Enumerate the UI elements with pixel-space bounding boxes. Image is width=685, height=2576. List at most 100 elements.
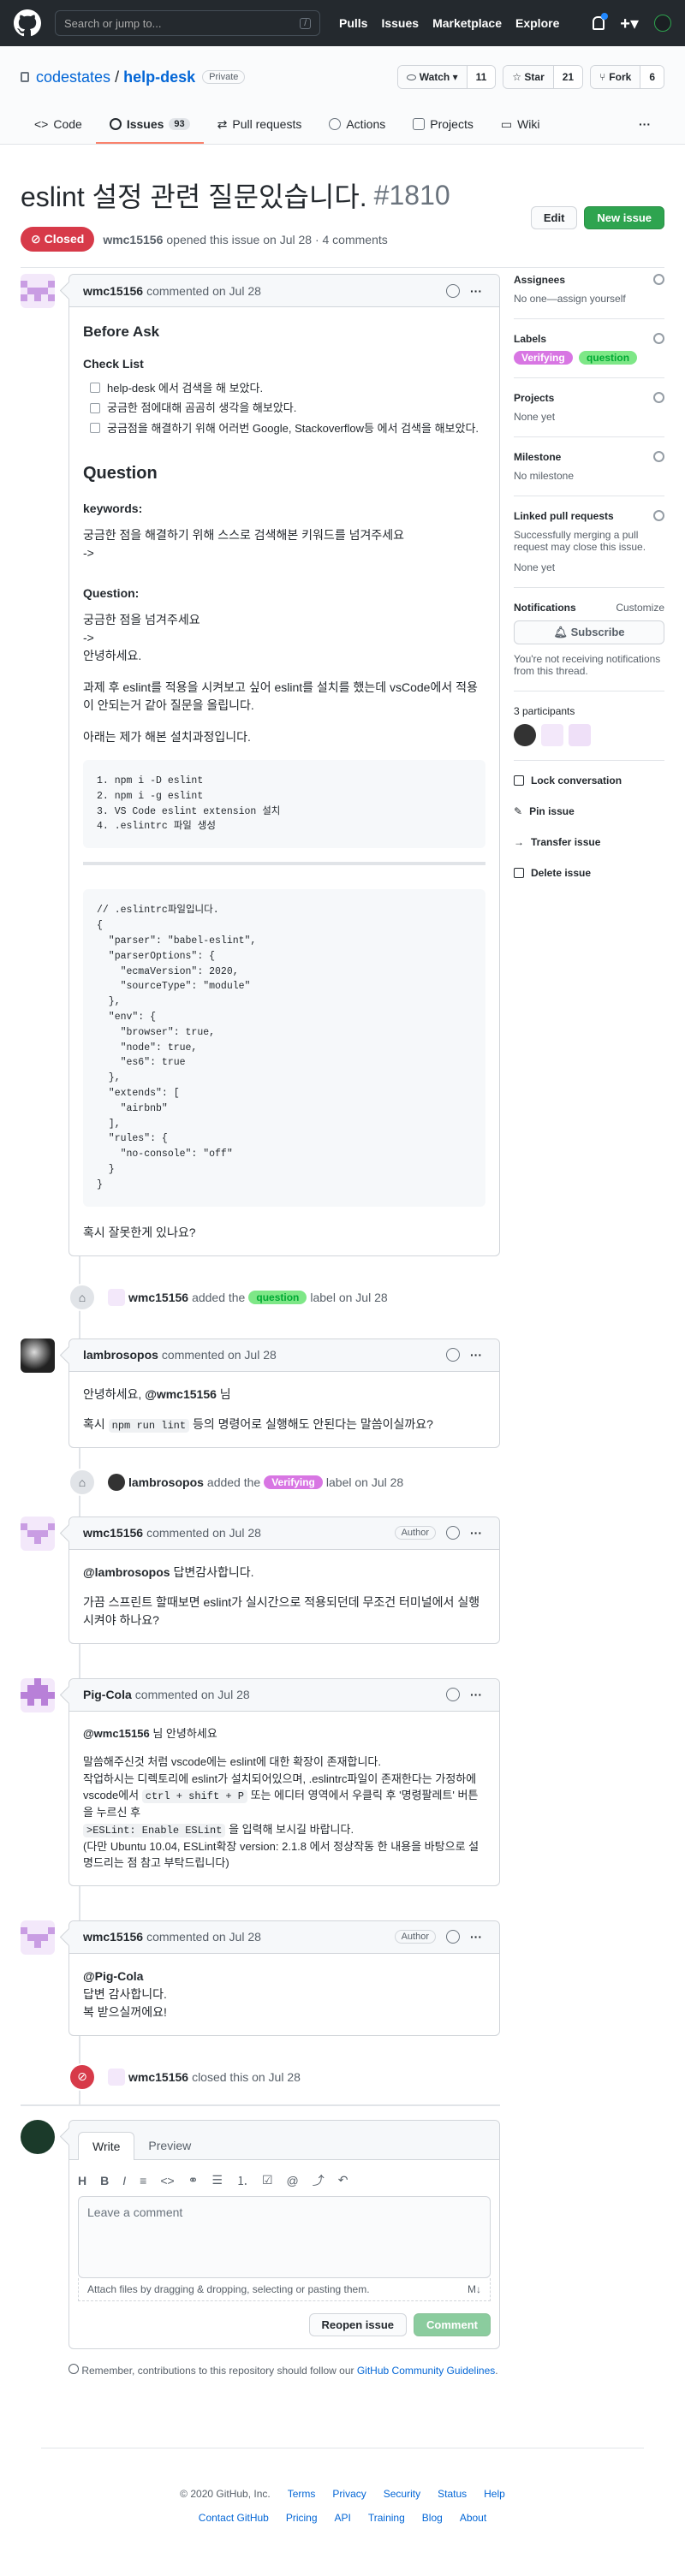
smiley-icon[interactable]	[446, 1688, 460, 1702]
footer-link[interactable]: Contact GitHub	[199, 2512, 269, 2524]
footer-link[interactable]: Status	[438, 2488, 467, 2500]
smiley-icon[interactable]	[446, 1526, 460, 1540]
tab-actions[interactable]: Actions	[315, 106, 399, 144]
mention-link[interactable]: @Pig-Cola	[83, 1969, 143, 1983]
checkbox[interactable]	[90, 402, 100, 413]
code-icon[interactable]: <>	[160, 2174, 174, 2187]
nav-pulls[interactable]: Pulls	[339, 16, 367, 30]
kebab-icon[interactable]: ···	[470, 1526, 482, 1540]
star-button[interactable]: ☆ Star 21	[503, 65, 584, 89]
nav-issues[interactable]: Issues	[381, 16, 419, 30]
comment-button[interactable]: Comment	[414, 2312, 491, 2336]
gear-icon[interactable]	[653, 451, 664, 462]
footer-link[interactable]: About	[460, 2512, 486, 2524]
reopen-issue-button[interactable]: Reopen issue	[308, 2312, 408, 2336]
checkbox[interactable]	[90, 383, 100, 394]
avatar-lambrosopos-small[interactable]	[108, 1473, 125, 1491]
gear-icon[interactable]	[653, 392, 664, 403]
repo-owner-link[interactable]: codestates	[36, 68, 110, 86]
bell-icon[interactable]	[593, 13, 609, 30]
reply-icon[interactable]: ↶	[338, 2173, 348, 2187]
gear-icon[interactable]	[653, 274, 664, 285]
kebab-icon[interactable]: ···	[470, 1930, 482, 1944]
footer-link[interactable]: Blog	[422, 2512, 443, 2524]
tab-more[interactable]: ···	[625, 106, 664, 144]
mention-link[interactable]: @wmc15156	[83, 1727, 150, 1740]
comment-textarea[interactable]: Leave a comment	[78, 2195, 491, 2278]
fork-count[interactable]: 6	[640, 66, 664, 88]
event-actor[interactable]: wmc15156	[128, 2070, 188, 2084]
kebab-icon[interactable]: ···	[470, 284, 482, 298]
star-count[interactable]: 21	[552, 66, 583, 88]
transfer-issue-button[interactable]: → Transfer issue	[514, 836, 664, 848]
fork-button[interactable]: ⑂ Fork 6	[590, 65, 664, 89]
issue-author[interactable]: wmc15156	[103, 233, 163, 246]
nav-explore[interactable]: Explore	[515, 16, 559, 30]
nav-marketplace[interactable]: Marketplace	[432, 16, 502, 30]
bold-icon[interactable]: B	[100, 2174, 109, 2187]
watch-count[interactable]: 11	[466, 66, 496, 88]
bulleted-list-icon[interactable]: ☰	[211, 2173, 223, 2187]
avatar-wmc15156-small[interactable]	[108, 1288, 125, 1306]
comment-author[interactable]: wmc15156	[83, 1526, 143, 1540]
footer-link[interactable]: API	[335, 2512, 351, 2524]
kebab-icon[interactable]: ···	[470, 1348, 482, 1362]
label-verifying[interactable]: Verifying	[514, 351, 573, 365]
assignees-value[interactable]: No one—assign yourself	[514, 293, 626, 305]
search-input[interactable]: Search or jump to... /	[55, 10, 320, 36]
customize-link[interactable]: Customize	[616, 602, 664, 614]
kebab-icon[interactable]: ···	[470, 1688, 482, 1701]
repo-name-link[interactable]: help-desk	[123, 68, 195, 86]
plus-icon[interactable]: +▾	[620, 13, 639, 34]
watch-button[interactable]: Watch ▾ 11	[396, 65, 497, 89]
attach-bar[interactable]: Attach files by dragging & dropping, sel…	[78, 2277, 491, 2301]
numbered-list-icon[interactable]: ⒈	[236, 2172, 248, 2189]
smiley-icon[interactable]	[446, 283, 460, 298]
event-actor[interactable]: wmc15156	[128, 1291, 188, 1304]
gear-icon[interactable]	[653, 510, 664, 521]
comment-author[interactable]: Pig-Cola	[83, 1688, 132, 1701]
tab-projects[interactable]: Projects	[399, 106, 487, 144]
guidelines-link[interactable]: GitHub Community Guidelines	[357, 2365, 495, 2377]
smiley-icon[interactable]	[446, 1930, 460, 1944]
edit-title-button[interactable]: Edit	[530, 206, 578, 229]
footer-link[interactable]: Pricing	[286, 2512, 318, 2524]
comment-author[interactable]: wmc15156	[83, 1930, 143, 1944]
footer-link[interactable]: Security	[384, 2488, 420, 2500]
gear-icon[interactable]	[653, 333, 664, 344]
avatar-pig-cola[interactable]	[21, 1677, 55, 1712]
footer-link[interactable]: Terms	[288, 2488, 316, 2500]
footer-link[interactable]: Help	[484, 2488, 505, 2500]
avatar-wmc15156-small[interactable]	[108, 2068, 125, 2086]
tab-code[interactable]: <> Code	[21, 106, 96, 144]
comment-meta[interactable]: commented on Jul 28	[146, 1526, 261, 1540]
tab-issues[interactable]: Issues 93	[95, 106, 204, 144]
write-tab[interactable]: Write	[78, 2131, 135, 2160]
mention-link[interactable]: @lambrosopos	[83, 1565, 170, 1579]
comment-author[interactable]: wmc15156	[83, 284, 143, 298]
comment-author[interactable]: lambrosopos	[83, 1348, 158, 1362]
lock-conversation-button[interactable]: Lock conversation	[514, 775, 664, 786]
italic-icon[interactable]: I	[122, 2174, 126, 2187]
comment-meta[interactable]: commented on Jul 28	[146, 284, 261, 298]
smiley-icon[interactable]	[446, 1348, 460, 1362]
user-avatar[interactable]	[654, 15, 671, 32]
pin-issue-button[interactable]: ✎ Pin issue	[514, 805, 664, 817]
tab-wiki[interactable]: ▭ Wiki	[487, 106, 554, 144]
heading-icon[interactable]: H	[78, 2174, 86, 2187]
github-logo-icon[interactable]	[14, 9, 41, 37]
participant-avatar[interactable]	[569, 724, 591, 746]
new-issue-button[interactable]: New issue	[584, 206, 664, 229]
checkbox[interactable]	[90, 423, 100, 434]
task-list-icon[interactable]: ☑	[262, 2173, 273, 2187]
mention-link[interactable]: @wmc15156	[145, 1387, 217, 1401]
quote-icon[interactable]: ≡	[140, 2174, 146, 2187]
label-question[interactable]: question	[248, 1290, 307, 1304]
event-actor[interactable]: lambrosopos	[128, 1475, 204, 1489]
tab-pull-requests[interactable]: ⇄ Pull requests	[204, 106, 316, 144]
participant-avatar[interactable]	[541, 724, 563, 746]
label-question[interactable]: question	[579, 351, 638, 365]
delete-issue-button[interactable]: Delete issue	[514, 867, 664, 879]
mention-icon[interactable]: @	[287, 2174, 299, 2187]
label-verifying[interactable]: Verifying	[264, 1475, 323, 1489]
